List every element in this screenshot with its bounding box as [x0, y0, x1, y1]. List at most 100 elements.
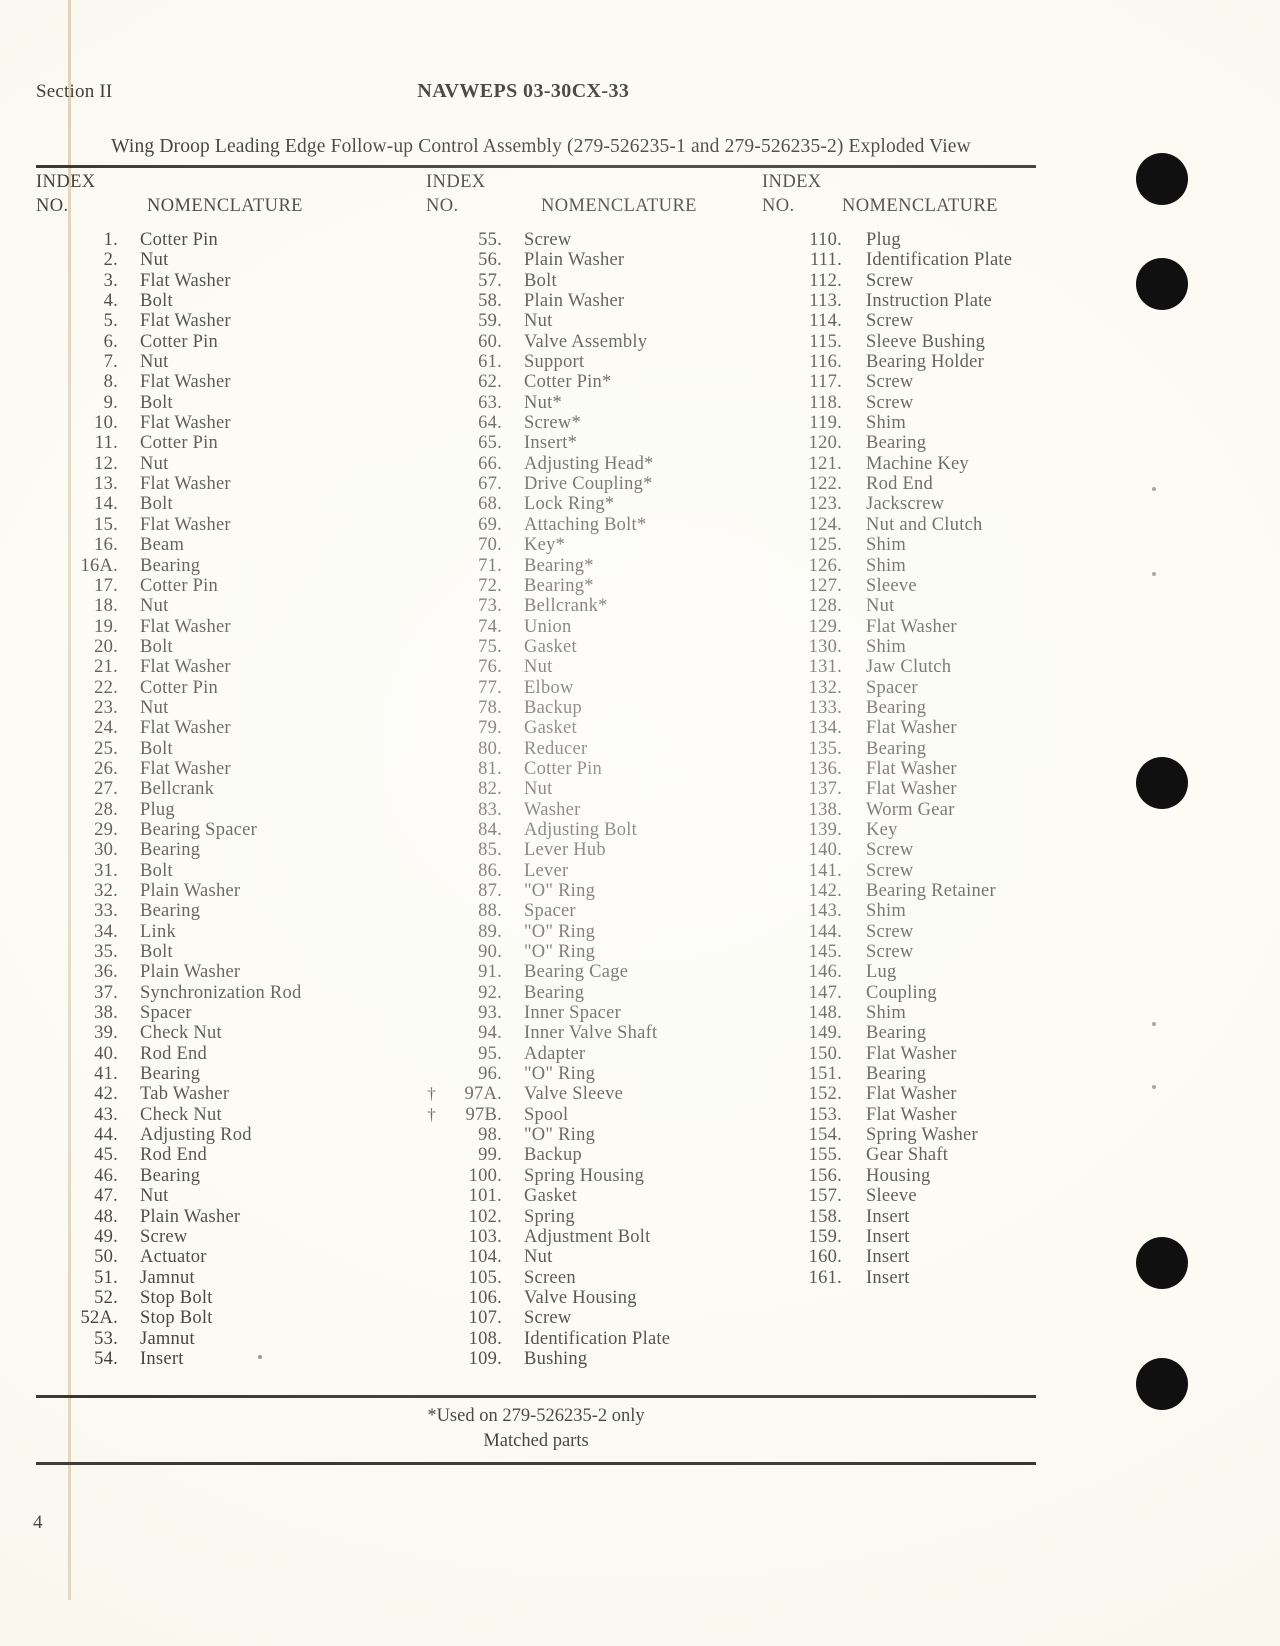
index-number: 132.: [808, 677, 842, 698]
index-number: 109.: [468, 1348, 502, 1369]
nomenclature-text: Housing: [866, 1165, 931, 1186]
index-entry-row: 47. Nut: [36, 1186, 416, 1206]
nomenclature-text: Plain Washer: [140, 962, 241, 983]
nomenclature-text: Nut: [140, 697, 169, 718]
nomenclature-text: Bearing: [140, 840, 201, 861]
index-header-label: INDEX: [426, 172, 486, 192]
index-entry-row: 102. Spring: [416, 1207, 756, 1227]
nomenclature-text: Key*: [524, 535, 566, 556]
index-entry-row: 146. Lug: [756, 962, 1046, 982]
index-number: 8.: [103, 372, 118, 393]
index-number: 112.: [809, 270, 842, 291]
index-number: 73.: [478, 596, 502, 617]
index-number: 97A.: [464, 1084, 502, 1105]
nomenclature-text: Stop Bolt: [140, 1287, 213, 1308]
index-entry-row: 132. Spacer: [756, 678, 1046, 698]
index-number: 10.: [94, 413, 118, 434]
index-entry-row: 27. Bellcrank: [36, 779, 416, 799]
index-number: 59.: [478, 311, 502, 332]
nomenclature-text: Bearing: [140, 555, 201, 576]
index-number: 12.: [94, 453, 118, 474]
index-number: 135.: [808, 738, 842, 759]
index-number: 125.: [808, 535, 842, 556]
index-number: 52.: [94, 1287, 118, 1308]
punch-hole: [1136, 1358, 1188, 1410]
index-number: 104.: [468, 1247, 502, 1268]
nomenclature-text: Beam: [140, 535, 185, 556]
nomenclature-text: Sleeve Bushing: [866, 331, 986, 352]
index-entry-row: 104. Nut: [416, 1247, 756, 1267]
nomenclature-header-label: NOMENCLATURE: [842, 196, 998, 216]
index-entry-row: 34. Link: [36, 922, 416, 942]
nomenclature-text: Cotter Pin: [140, 230, 219, 250]
nomenclature-text: Screw: [524, 230, 572, 250]
index-entry-row: 57. Bolt: [416, 271, 756, 291]
nomenclature-text: Rod End: [140, 1145, 208, 1166]
index-entry-row: 119. Shim: [756, 413, 1046, 433]
nomenclature-text: "O" Ring: [524, 1125, 596, 1146]
nomenclature-text: Spacer: [866, 677, 918, 698]
nomenclature-text: Reducer: [524, 738, 588, 759]
nomenclature-text: Elbow: [524, 677, 574, 698]
index-number: 65.: [478, 433, 502, 454]
nomenclature-text: Flat Washer: [866, 758, 957, 779]
nomenclature-text: Bearing: [866, 738, 927, 759]
footnote-top-rule: [36, 1395, 1036, 1398]
index-number: 38.: [94, 1003, 118, 1024]
table-column-headers: INDEX NO. NOMENCLATURE INDEX NO. NOMENCL…: [36, 172, 1046, 216]
index-number: 42.: [94, 1084, 118, 1105]
index-column-1: 1. Cotter Pin 2. Nut 3. Flat Washer 4. Bolt 5. Fl…: [36, 230, 416, 1369]
index-number: 103.: [468, 1226, 502, 1247]
nomenclature-text: Jamnut: [140, 1267, 195, 1288]
index-number: 107.: [468, 1308, 502, 1329]
index-entry-row: 82. Nut: [416, 779, 756, 799]
nomenclature-text: Plain Washer: [524, 291, 625, 312]
index-entry-row: 56. Plain Washer: [416, 250, 756, 270]
index-entry-row: 26. Flat Washer: [36, 759, 416, 779]
index-entry-row: 87. "O" Ring: [416, 881, 756, 901]
index-number: 146.: [808, 962, 842, 983]
nomenclature-text: Bearing: [866, 1064, 927, 1085]
index-number: 84.: [478, 819, 502, 840]
index-number: 72.: [478, 575, 502, 596]
nomenclature-text: Flat Washer: [140, 758, 231, 779]
index-entry-row: 38. Spacer: [36, 1003, 416, 1023]
index-number: 143.: [808, 901, 842, 922]
index-number: 44.: [94, 1125, 118, 1146]
nomenclature-text: Adjusting Bolt: [524, 819, 637, 840]
nomenclature-text: Bolt: [140, 636, 173, 657]
index-number: 95.: [478, 1043, 502, 1064]
index-number: 80.: [478, 738, 502, 759]
nomenclature-text: Spacer: [524, 901, 576, 922]
nomenclature-text: Flat Washer: [140, 270, 231, 291]
punch-hole: [1136, 258, 1188, 310]
index-number: 88.: [478, 901, 502, 922]
nomenclature-text: Bushing: [524, 1348, 588, 1369]
nomenclature-text: Jackscrew: [866, 494, 945, 515]
nomenclature-text: Valve Housing: [524, 1287, 637, 1308]
nomenclature-text: Flat Washer: [140, 718, 231, 739]
index-entry-row: 138. Worm Gear: [756, 800, 1046, 820]
index-entry-row: 46. Bearing: [36, 1166, 416, 1186]
index-entry-row: 78. Backup: [416, 698, 756, 718]
index-number: 36.: [94, 962, 118, 983]
index-number: 99.: [478, 1145, 502, 1166]
matched-parts-dagger-icon: †: [427, 1104, 436, 1124]
index-number: 126.: [808, 555, 842, 576]
index-entry-row: 55. Screw: [416, 230, 756, 250]
nomenclature-text: Adjusting Head*: [524, 453, 654, 474]
index-number: 40.: [94, 1043, 118, 1064]
index-entry-row: 106. Valve Housing: [416, 1288, 756, 1308]
index-entry-row: 45. Rod End: [36, 1145, 416, 1165]
index-number: 67.: [478, 474, 502, 495]
nomenclature-text: "O" Ring: [524, 942, 596, 963]
index-entry-row: 69. Attaching Bolt*: [416, 515, 756, 535]
index-number: 16A.: [80, 555, 118, 576]
index-entry-row: 31. Bolt: [36, 861, 416, 881]
index-number: 123.: [808, 494, 842, 515]
page-header: Section II NAVWEPS 03-30CX-33: [36, 80, 1056, 103]
index-number: 1.: [103, 230, 118, 250]
figure-title: Wing Droop Leading Edge Follow-up Contro…: [111, 136, 971, 157]
index-number: 90.: [478, 942, 502, 963]
index-entry-row: 5. Flat Washer: [36, 311, 416, 331]
